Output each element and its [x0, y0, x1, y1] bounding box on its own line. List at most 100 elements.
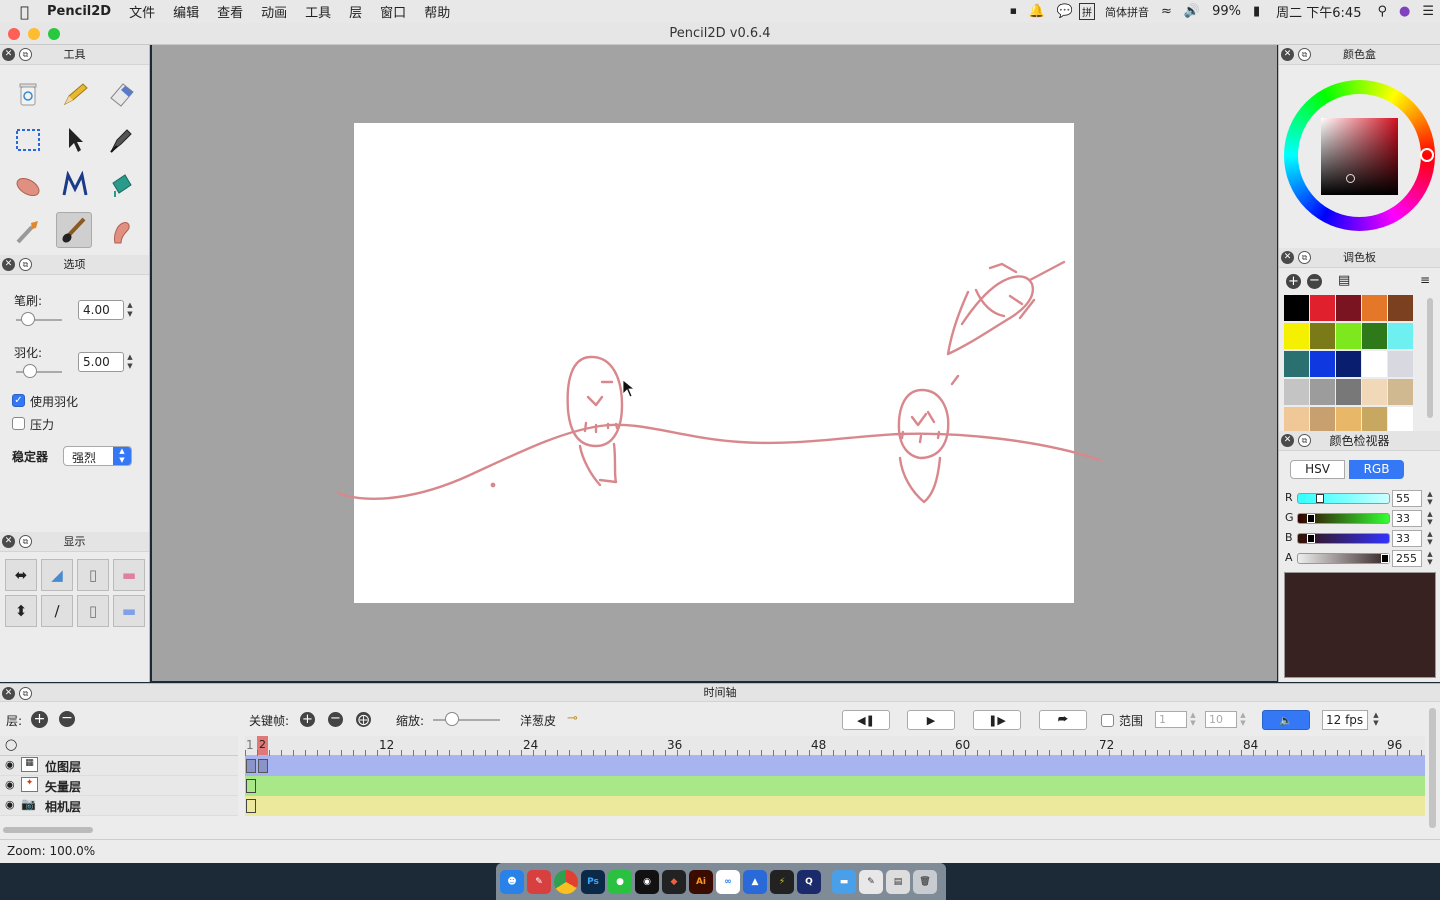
float-icon[interactable]: ⧉	[19, 687, 32, 700]
clear-tool-button[interactable]	[10, 76, 46, 112]
play-button[interactable]: ▶	[907, 710, 955, 730]
baidu-netdisk-icon[interactable]: ∞	[716, 869, 740, 894]
siri-icon[interactable]: ●	[1393, 4, 1416, 19]
quicktime-icon[interactable]: Q	[797, 869, 821, 894]
menu-animation[interactable]: 动画	[252, 2, 296, 21]
keyframe-2[interactable]	[258, 759, 268, 773]
feather-input[interactable]: 5.00	[78, 352, 124, 372]
keyframe-1[interactable]	[246, 759, 256, 773]
battery-icon[interactable]: ▮	[1247, 4, 1266, 19]
float-icon[interactable]: ⧉	[19, 48, 32, 61]
palette-swatch[interactable]	[1310, 351, 1335, 377]
select-tool-button[interactable]	[10, 122, 46, 158]
smudge-tool-button[interactable]	[103, 213, 139, 249]
vector-layer-track[interactable]	[245, 776, 1425, 796]
zoom-window-button[interactable]	[48, 28, 60, 40]
b-stepper[interactable]: ▲ ▼	[1425, 530, 1435, 547]
eraser-tool-button[interactable]	[103, 76, 139, 112]
close-icon[interactable]: ✕	[1281, 434, 1294, 447]
visibility-eye-icon[interactable]: ◉	[5, 778, 15, 791]
input-method-label[interactable]: 简体拼音	[1099, 4, 1155, 20]
a-slider-handle[interactable]	[1381, 554, 1389, 563]
timeline-zoom-slider-track[interactable]	[433, 719, 500, 721]
range-checkbox[interactable]	[1101, 714, 1114, 727]
remove-color-icon[interactable]: −	[1307, 274, 1322, 289]
menu-help[interactable]: 帮助	[415, 2, 459, 21]
trash-icon[interactable]: 🗑	[913, 869, 937, 894]
tab-hsv[interactable]: HSV	[1290, 460, 1345, 479]
hand-tool-button[interactable]	[10, 167, 46, 203]
folder-icon[interactable]: ▬	[832, 869, 856, 894]
brush-size-slider-knob[interactable]	[21, 312, 35, 326]
g-input[interactable]: 33	[1392, 510, 1422, 527]
brush-tool-button[interactable]	[56, 212, 92, 248]
minimize-window-button[interactable]	[28, 28, 40, 40]
palette-swatch[interactable]	[1284, 295, 1309, 321]
palette-swatch[interactable]	[1310, 407, 1335, 433]
palette-swatch[interactable]	[1388, 351, 1413, 377]
menu-tools[interactable]: 工具	[296, 2, 340, 21]
palette-swatch[interactable]	[1336, 407, 1361, 433]
palette-swatch[interactable]	[1362, 295, 1387, 321]
palette-swatch[interactable]	[1388, 379, 1413, 405]
layer-row-bitmap[interactable]: ◉ ▦ 位图层	[0, 756, 238, 776]
stabilizer-dropdown[interactable]: 强烈 ▲ ▼	[63, 446, 132, 466]
onion-blue-button[interactable]: ▬	[113, 595, 145, 627]
r-slider-handle[interactable]	[1316, 494, 1324, 503]
qq-icon[interactable]: ◉	[635, 869, 659, 894]
onion-prev-button[interactable]: ▯	[77, 559, 109, 591]
close-icon[interactable]: ✕	[2, 687, 15, 700]
layer-row-vector[interactable]: ◉ ✦ 矢量层	[0, 776, 238, 796]
preview-icon[interactable]: ✎	[859, 869, 883, 894]
palette-view-icon[interactable]: ▤	[1338, 273, 1350, 288]
thin-lines-button[interactable]: ∕	[41, 595, 73, 627]
range-end-stepper[interactable]: ▲ ▼	[1238, 711, 1248, 728]
jump-to-start-button[interactable]: ◀❚	[842, 710, 890, 730]
palette-swatch[interactable]	[1336, 379, 1361, 405]
g-slider-handle[interactable]	[1307, 514, 1315, 523]
range-start-input[interactable]: 1	[1155, 711, 1187, 728]
app-icon[interactable]: ▲	[743, 869, 767, 894]
clock[interactable]: 周二 下午6:45	[1266, 2, 1371, 21]
layer-row-camera[interactable]: ◉ 📷 相机层	[0, 796, 238, 816]
palette-swatch[interactable]	[1362, 379, 1387, 405]
pen-tool-button[interactable]	[103, 122, 139, 158]
palette-swatch[interactable]	[1284, 407, 1309, 433]
move-tool-button[interactable]	[57, 122, 93, 158]
photoshop-icon[interactable]: Ps	[581, 869, 605, 894]
camera-layer-track[interactable]	[245, 796, 1425, 816]
close-window-button[interactable]	[8, 28, 20, 40]
a-stepper[interactable]: ▲ ▼	[1425, 550, 1435, 567]
battery-percent[interactable]: 99%	[1206, 4, 1247, 19]
flip-horizontal-button[interactable]: ⬌	[5, 559, 37, 591]
float-icon[interactable]: ⧉	[19, 258, 32, 271]
use-feather-checkbox[interactable]: ✓	[12, 394, 25, 407]
notes-icon[interactable]: ▤	[886, 869, 910, 894]
timeline-v-scrollbar[interactable]	[1429, 708, 1436, 828]
chrome-icon[interactable]	[554, 869, 578, 894]
polyline-tool-button[interactable]	[57, 167, 93, 203]
palette-swatch[interactable]	[1362, 407, 1387, 433]
feather-slider-knob[interactable]	[23, 364, 37, 378]
float-icon[interactable]: ⧉	[1298, 48, 1311, 61]
palette-swatch[interactable]	[1362, 323, 1387, 349]
close-icon[interactable]: ✕	[2, 258, 15, 271]
palette-swatch[interactable]	[1336, 351, 1361, 377]
add-layer-icon[interactable]: +	[31, 711, 48, 728]
float-icon[interactable]: ⧉	[1298, 434, 1311, 447]
wechat-icon[interactable]: ●	[608, 869, 632, 894]
remove-layer-icon[interactable]: −	[59, 711, 75, 727]
pencil2d-icon[interactable]: ✎	[527, 869, 551, 894]
loop-button[interactable]: ⮫	[1039, 710, 1087, 730]
range-end-input[interactable]: 10	[1205, 711, 1237, 728]
palette-swatch[interactable]	[1310, 379, 1335, 405]
illustrator-icon[interactable]: Ai	[689, 869, 713, 894]
jump-to-end-button[interactable]: ❚▶	[973, 710, 1021, 730]
keyframe-1[interactable]	[246, 799, 256, 813]
finder-icon[interactable]: ☻	[500, 869, 524, 894]
keyframe-1[interactable]	[246, 779, 256, 793]
wifi-icon[interactable]: ≈	[1155, 4, 1178, 19]
record-icon[interactable]: ⏹	[1004, 4, 1023, 19]
onion-red-button[interactable]: ▬	[113, 559, 145, 591]
fiddler-icon[interactable]: ⚡	[770, 869, 794, 894]
